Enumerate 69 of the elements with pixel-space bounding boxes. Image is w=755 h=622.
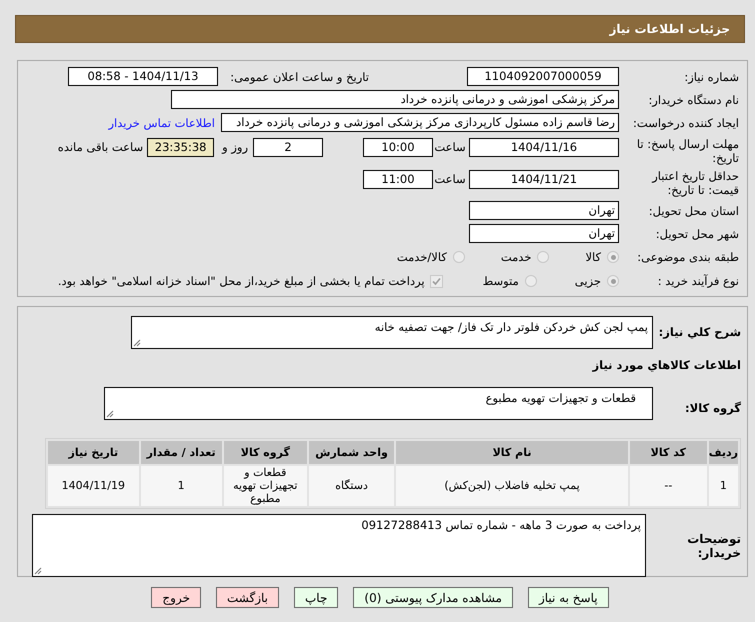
buyer-notes-field[interactable]: پرداخت به صورت 3 ماهه - شماره تماس 09127288413	[32, 514, 646, 577]
column-header: گروه کالا	[224, 441, 307, 464]
table-cell: دستگاه	[308, 466, 394, 506]
field-label: مهلت ارسال پاسخ: تا تاریخ:	[636, 137, 739, 165]
field-label: نوع فرآیند خرید :	[656, 274, 739, 288]
radio-label: کالا	[585, 250, 601, 264]
field-label: نام دستگاه خریدار:	[647, 92, 739, 106]
action-button[interactable]: چاپ	[294, 587, 338, 608]
field-label: شهر محل تحویل:	[654, 226, 739, 240]
table-cell: 1	[708, 466, 738, 506]
action-button[interactable]: خروج	[151, 587, 201, 608]
goods-group-field[interactable]: قطعات و تجهیزات تهویه مطبوع	[104, 387, 653, 420]
remaining-time-field: 23:35:38	[147, 138, 214, 157]
resize-grip-icon[interactable]	[106, 410, 114, 418]
field-label: شرح کلي نياز:	[658, 324, 741, 338]
remaining-label: ساعت باقی مانده	[58, 140, 144, 154]
section-heading: اطلاعات کالاهاي مورد نياز	[591, 358, 741, 374]
table-cell: --	[630, 466, 707, 506]
table-cell: پمپ تخلیه فاضلاب (لجن‌کش)	[396, 466, 628, 506]
column-header: تاریخ نیاز	[48, 441, 139, 464]
radio-label: کالا/خدمت	[396, 250, 447, 264]
table-cell: 1404/11/19	[48, 466, 139, 506]
action-button[interactable]: بازگشت	[216, 587, 279, 608]
deadline-time-field[interactable]: 10:00	[363, 138, 433, 157]
days-field[interactable]: 2	[253, 138, 323, 157]
radio-button[interactable]	[537, 251, 550, 263]
buyer-contact-link[interactable]: اطلاعات تماس خریدار	[108, 116, 215, 130]
requester-field[interactable]: رضا قاسم زاده مسئول کارپردازی مرکز پزشکی اموزشی و درمانی پانزده خرداد	[221, 113, 619, 132]
radio-button[interactable]	[452, 251, 465, 263]
radio-button[interactable]	[607, 275, 619, 287]
field-label: استان محل تحویل:	[648, 204, 739, 218]
field-label: طبقه بندی موضوعی:	[636, 250, 739, 264]
column-header: کد کالا	[630, 441, 707, 464]
radio-label: جزیی	[574, 274, 601, 288]
field-label: گروه کالا:	[684, 400, 741, 414]
field-label: حداقل تاریخ اعتبار قیمت: تا تاریخ:	[650, 169, 739, 197]
action-button[interactable]: مشاهده مدارک پیوستی (0)	[353, 587, 513, 608]
field-label: تاریخ و ساعت اعلان عمومی:	[229, 70, 369, 84]
time-label: ساعت	[433, 172, 467, 186]
column-header: تعداد / مقدار	[140, 441, 222, 464]
field-label: ایجاد کننده درخواست:	[632, 116, 739, 130]
checkbox[interactable]	[430, 274, 443, 288]
treasury-note: پرداخت تمام یا بخشی از مبلغ خرید،از محل "اسناد خزانه اسلامی" خواهد بود.	[58, 274, 425, 288]
announce-date-field[interactable]: 1404/11/13 - 08:58	[68, 67, 218, 86]
time-label: ساعت	[433, 140, 467, 154]
column-header: واحد شمارش	[308, 441, 394, 464]
radio-button[interactable]	[524, 275, 537, 287]
field-label: شماره نیاز:	[683, 70, 739, 84]
radio-button[interactable]	[607, 251, 619, 263]
table-cell: 1	[140, 466, 222, 506]
buyer-org-field[interactable]: مرکز پزشکی اموزشی و درمانی پانزده خرداد	[171, 90, 619, 109]
need-number-field[interactable]: 1104092007000059	[467, 67, 619, 86]
deadline-date-field[interactable]: 1404/11/16	[469, 138, 619, 157]
action-button[interactable]: پاسخ به نیاز	[528, 587, 609, 608]
field-label: توضیحات خریدار:	[686, 532, 741, 562]
province-field[interactable]: تهران	[469, 201, 619, 220]
table-cell: قطعات و تجهیزات تهویه مطبوع	[224, 466, 307, 506]
radio-label: خدمت	[500, 250, 532, 264]
resize-grip-icon[interactable]	[133, 339, 141, 347]
radio-label: متوسط	[482, 274, 519, 288]
validity-time-field[interactable]: 11:00	[363, 170, 433, 189]
description-field[interactable]: پمپ لجن کش خردکن فلوتر دار تک فاز/ جهت تصفیه خانه	[131, 316, 653, 349]
column-header: نام کالا	[396, 441, 628, 464]
resize-grip-icon[interactable]	[34, 566, 42, 575]
page-title: جزئیات اطلاعات نیاز	[609, 22, 730, 36]
validity-date-field[interactable]: 1404/11/21	[469, 170, 619, 189]
days-label: روز و	[222, 140, 248, 154]
city-field[interactable]: تهران	[469, 224, 619, 243]
column-header: ردیف	[708, 441, 738, 464]
